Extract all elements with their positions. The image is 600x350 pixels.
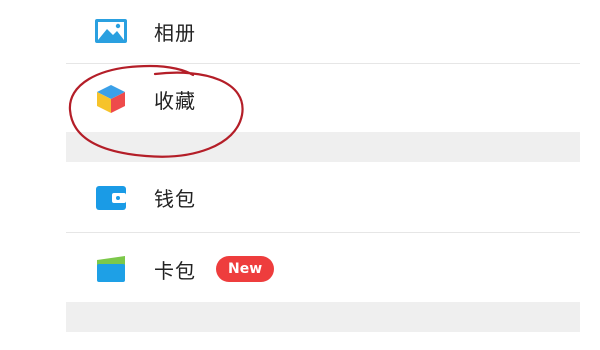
menu-panel: 相册 收藏 钱包 卡包 New — [66, 0, 580, 350]
photo-album-icon — [95, 19, 127, 43]
favorites-cube-icon — [97, 85, 125, 113]
section-gap — [66, 302, 580, 332]
divider — [66, 63, 580, 64]
menu-item-favorites[interactable]: 收藏 — [66, 66, 580, 132]
menu-item-label: 相册 — [154, 20, 196, 45]
menu-item-card-wallet[interactable]: 卡包 New — [66, 236, 580, 302]
menu-item-label: 收藏 — [154, 88, 196, 113]
menu-item-label: 钱包 — [154, 186, 196, 211]
divider — [66, 232, 580, 233]
menu-item-wallet[interactable]: 钱包 — [66, 164, 580, 230]
menu-item-label: 卡包 — [154, 258, 196, 283]
section-gap — [66, 132, 580, 162]
new-badge: New — [216, 256, 275, 282]
card-wallet-icon — [97, 256, 125, 282]
menu-item-photos[interactable]: 相册 — [66, 0, 580, 64]
wallet-icon — [96, 186, 126, 210]
